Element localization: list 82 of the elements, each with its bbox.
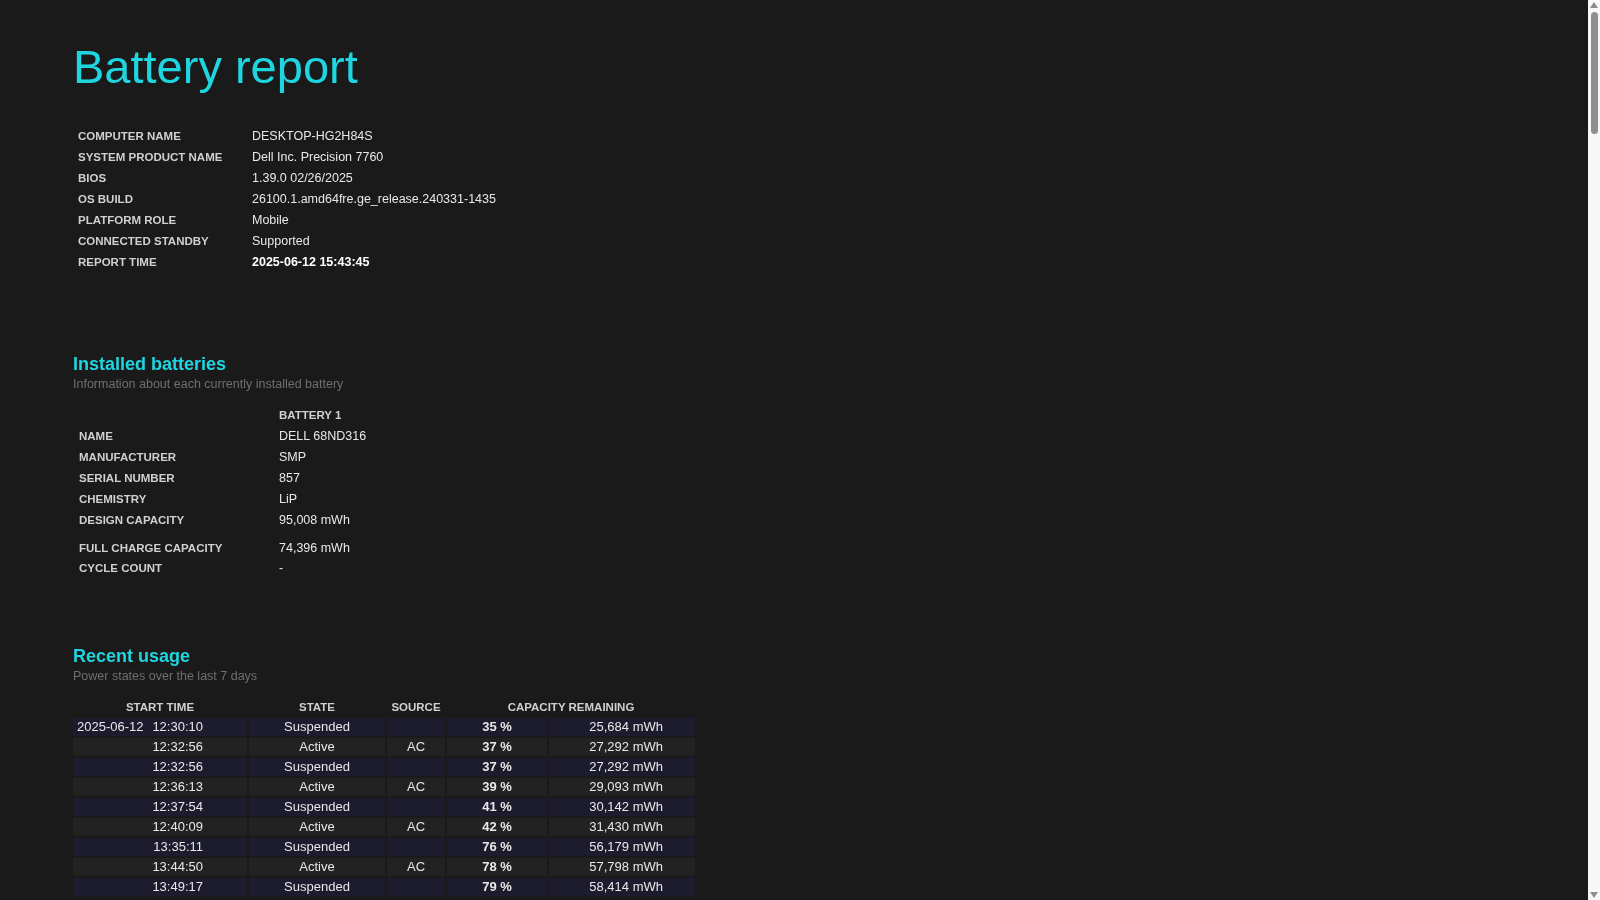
scrollbar[interactable] — [1588, 0, 1600, 900]
battery-value: - — [279, 560, 284, 575]
section-subtitle: Information about each currently installed battery — [73, 376, 344, 393]
table-cell: 13:49:17 — [73, 877, 247, 896]
battery-label: MANUFACTURER — [79, 450, 177, 463]
scroll-up-icon[interactable] — [1590, 2, 1598, 8]
table-cell: 35 % — [447, 717, 547, 736]
table-cell: Suspended — [249, 717, 385, 736]
table-cell: 29,093 mWh — [549, 777, 695, 796]
table-cell: 12:36:13 — [73, 777, 247, 796]
table-cell: 39 % — [447, 777, 547, 796]
battery-label: CYCLE COUNT — [79, 561, 163, 574]
table-cell: 12:32:56 — [73, 737, 247, 756]
info-value: 2025-06-12 15:43:45 — [252, 255, 370, 270]
table-cell: Active — [249, 777, 385, 796]
column-header: STATE — [299, 700, 335, 713]
info-value: 26100.1.amd64fre.ge_release.240331-1435 — [252, 192, 496, 207]
battery-value: SMP — [279, 449, 307, 464]
table-cell: AC — [387, 857, 445, 876]
table-cell: 76 % — [447, 837, 547, 856]
table-cell: 12:32:56 — [73, 757, 247, 776]
info-value: 1.39.0 02/26/2025 — [252, 171, 353, 186]
info-value: Supported — [252, 234, 310, 249]
info-label: CONNECTED STANDBY — [78, 235, 209, 248]
info-label: REPORT TIME — [78, 256, 157, 269]
battery-label: FULL CHARGE CAPACITY — [79, 542, 223, 554]
table-cell: 58,414 mWh — [549, 877, 695, 896]
column-header: START TIME — [125, 700, 195, 713]
battery-label: NAME — [79, 429, 113, 442]
column-header: SOURCE — [391, 700, 441, 713]
table-cell: 56,179 mWh — [549, 837, 695, 856]
battery-label: DESIGN CAPACITY — [79, 513, 185, 526]
table-cell: AC — [387, 817, 445, 836]
info-value: Dell Inc. Precision 7760 — [252, 150, 384, 165]
table-cell: Suspended — [249, 877, 385, 896]
battery-value: DELL 68ND316 — [279, 428, 367, 443]
table-cell: Suspended — [249, 837, 385, 856]
table-cell: 13:35:11 — [73, 837, 247, 856]
table-cell: Active — [249, 817, 385, 836]
info-value: DESKTOP-HG2H84S — [252, 129, 373, 144]
column-header: BATTERY 1 — [279, 409, 342, 422]
table-cell: 12:40:09 — [73, 817, 247, 836]
table-cell: Suspended — [249, 797, 385, 816]
table-cell: 31,430 mWh — [549, 817, 695, 836]
info-label: BIOS — [78, 172, 107, 185]
report-title: Battery report — [73, 39, 358, 95]
table-cell: 37 % — [447, 757, 547, 776]
scroll-down-icon[interactable] — [1590, 892, 1598, 898]
table-cell: 79 % — [447, 877, 547, 896]
section-heading: Installed batteries — [73, 353, 227, 375]
battery-value: 857 — [279, 470, 300, 485]
column-header: CAPACITY REMAINING — [507, 700, 635, 713]
table-cell: Active — [249, 737, 385, 756]
table-cell: AC — [387, 737, 445, 756]
table-cell: 41 % — [447, 797, 547, 816]
scrollbar-thumb[interactable] — [1590, 12, 1598, 134]
section-heading: Recent usage — [73, 644, 191, 667]
table-cell: Active — [249, 857, 385, 876]
info-label: PLATFORM ROLE — [78, 214, 177, 227]
battery-value: 95,008 mWh — [279, 512, 350, 527]
section-subtitle: Power states over the last 7 days — [73, 667, 258, 685]
table-cell: 30,142 mWh — [549, 797, 695, 816]
table-cell: 57,798 mWh — [549, 857, 695, 876]
battery-label: CHEMISTRY — [79, 492, 147, 505]
table-cell: 27,292 mWh — [549, 757, 695, 776]
info-label: OS BUILD — [78, 193, 133, 206]
table-cell: 78 % — [447, 857, 547, 876]
table-cell: 27,292 mWh — [549, 737, 695, 756]
battery-label: SERIAL NUMBER — [79, 471, 175, 484]
table-cell: Suspended — [249, 757, 385, 776]
table-cell: 12:37:54 — [73, 797, 247, 816]
battery-value: LiP — [279, 491, 298, 506]
info-label: COMPUTER NAME — [78, 130, 181, 143]
info-value: Mobile — [252, 213, 289, 228]
info-label: SYSTEM PRODUCT NAME — [78, 151, 223, 164]
table-cell: 42 % — [447, 817, 547, 836]
battery-value: 74,396 mWh — [279, 541, 350, 555]
table-cell: 13:44:50 — [73, 857, 247, 876]
table-cell: AC — [387, 777, 445, 796]
table-cell: 37 % — [447, 737, 547, 756]
table-cell: 2025-06-12 12:30:10 — [73, 717, 247, 736]
table-cell: 25,684 mWh — [549, 717, 695, 736]
